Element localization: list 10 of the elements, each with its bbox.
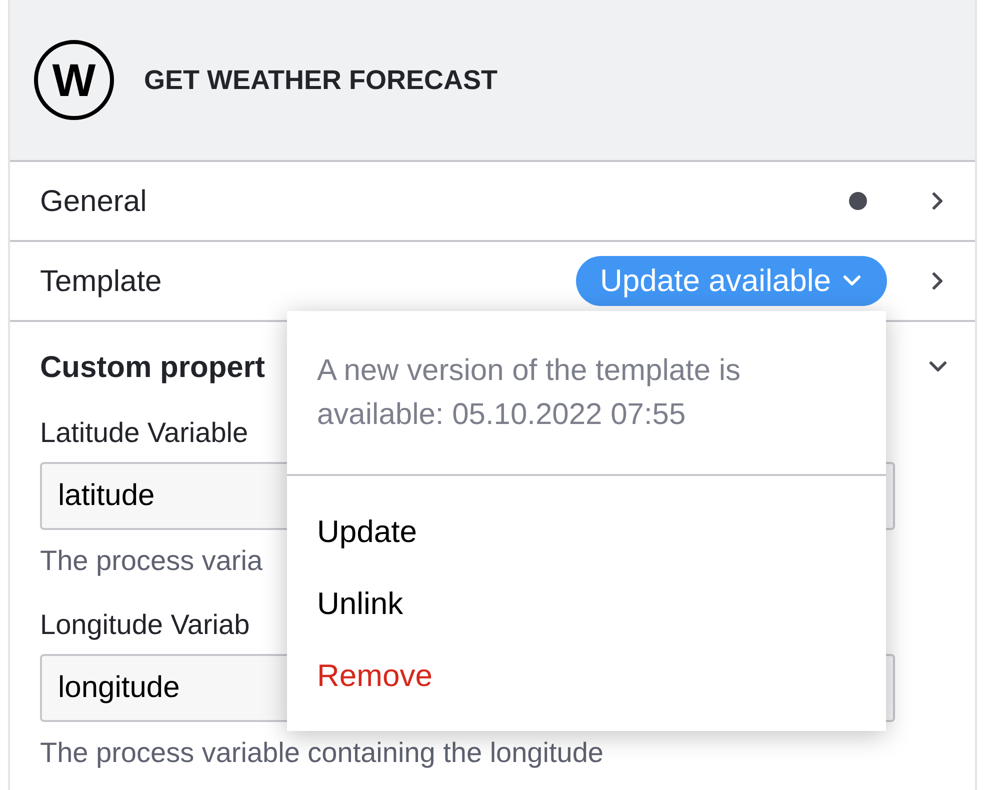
field-label: Latitude Variable (40, 416, 248, 450)
section-title: Custom propert (40, 350, 265, 386)
logo-icon: W (34, 40, 114, 120)
field-description: The process varia (40, 544, 263, 578)
section-title: Template (40, 264, 162, 300)
panel-title: GET WEATHER FORECAST (144, 64, 498, 97)
menu-message: A new version of the template is available: 05.10.2022 07:55 (287, 311, 886, 476)
field-label: Longitude Variab (40, 608, 250, 642)
section-title: General (40, 184, 147, 220)
field-description: The process variable containing the longitude (40, 736, 604, 770)
